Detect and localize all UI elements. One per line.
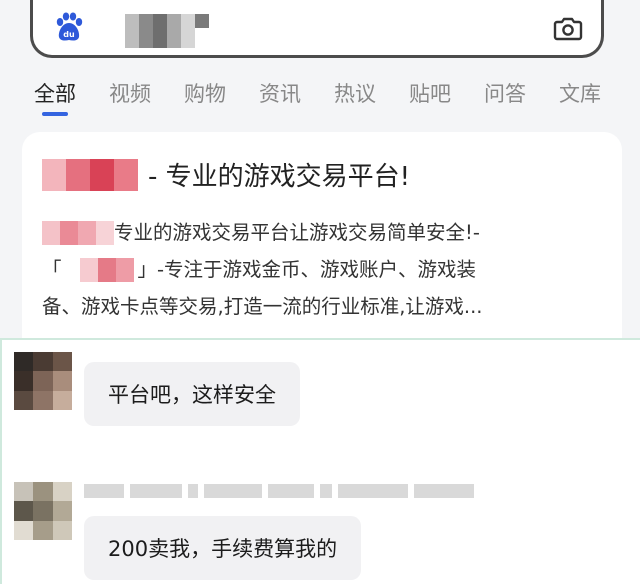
desc-bracket-open: 「 [42, 258, 62, 281]
divider [0, 340, 2, 584]
search-bar[interactable]: du [30, 0, 604, 58]
desc-line-3: 备、游戏卡点等交易,打造一流的行业标准,让游戏... [42, 288, 612, 325]
tab-all[interactable]: 全部 [34, 72, 76, 108]
tab-library[interactable]: 文库 [559, 72, 601, 108]
search-screenshot: du 全部 视频 购物 资讯 热议 贴吧 问答 文库 - 专业的游戏交易平台! … [0, 0, 640, 340]
chat-message-bubble[interactable]: 200卖我，手续费算我的 [84, 516, 362, 580]
result-title-text: - 专业的游戏交易平台! [148, 162, 411, 192]
desc-line-2: 「 」-专注于游戏金币、游戏账户、游戏装 [42, 251, 612, 288]
logo-text: du [63, 30, 75, 39]
tab-video[interactable]: 视频 [109, 72, 151, 108]
avatar[interactable] [14, 352, 72, 410]
chat-message-text: 200卖我，手续费算我的 [108, 537, 338, 561]
redacted-site-name [42, 158, 138, 191]
desc-line-1: 专业的游戏交易平台让游戏交易简单安全!- [42, 214, 612, 251]
redacted-site-name [42, 220, 114, 245]
tab-qa[interactable]: 问答 [484, 72, 526, 108]
redacted-sender-name [84, 480, 514, 502]
tab-news[interactable]: 资讯 [259, 72, 301, 108]
desc-line-2-text: 」-专注于游戏金币、游戏账户、游戏装 [137, 258, 477, 281]
result-title[interactable]: - 专业的游戏交易平台! [42, 156, 410, 193]
avatar[interactable] [14, 482, 72, 540]
desc-line-3-text: 备、游戏卡点等交易,打造一流的行业标准,让游戏... [42, 295, 483, 318]
tab-shopping[interactable]: 购物 [184, 72, 226, 108]
desc-line-1-text: 专业的游戏交易平台让游戏交易简单安全!- [114, 221, 480, 244]
search-result-card[interactable]: - 专业的游戏交易平台! 专业的游戏交易平台让游戏交易简单安全!- 「 」-专注… [22, 132, 622, 338]
chat-message-bubble[interactable]: 平台吧，这样安全 [84, 362, 300, 426]
blurred-search-query[interactable] [125, 14, 209, 48]
chat-message-text: 平台吧，这样安全 [108, 383, 276, 407]
chat-area: 平台吧，这样安全 200卖我，手续费算我的 [0, 340, 640, 584]
redacted-site-name [79, 257, 134, 282]
camera-icon[interactable] [553, 14, 583, 42]
tab-discussion[interactable]: 热议 [334, 72, 376, 108]
result-description: 专业的游戏交易平台让游戏交易简单安全!- 「 」-专注于游戏金币、游戏账户、游戏… [42, 214, 612, 325]
baidu-paw-icon: du [56, 12, 83, 41]
search-tabs: 全部 视频 购物 资讯 热议 贴吧 问答 文库 [0, 72, 640, 122]
tab-tieba[interactable]: 贴吧 [409, 72, 451, 108]
